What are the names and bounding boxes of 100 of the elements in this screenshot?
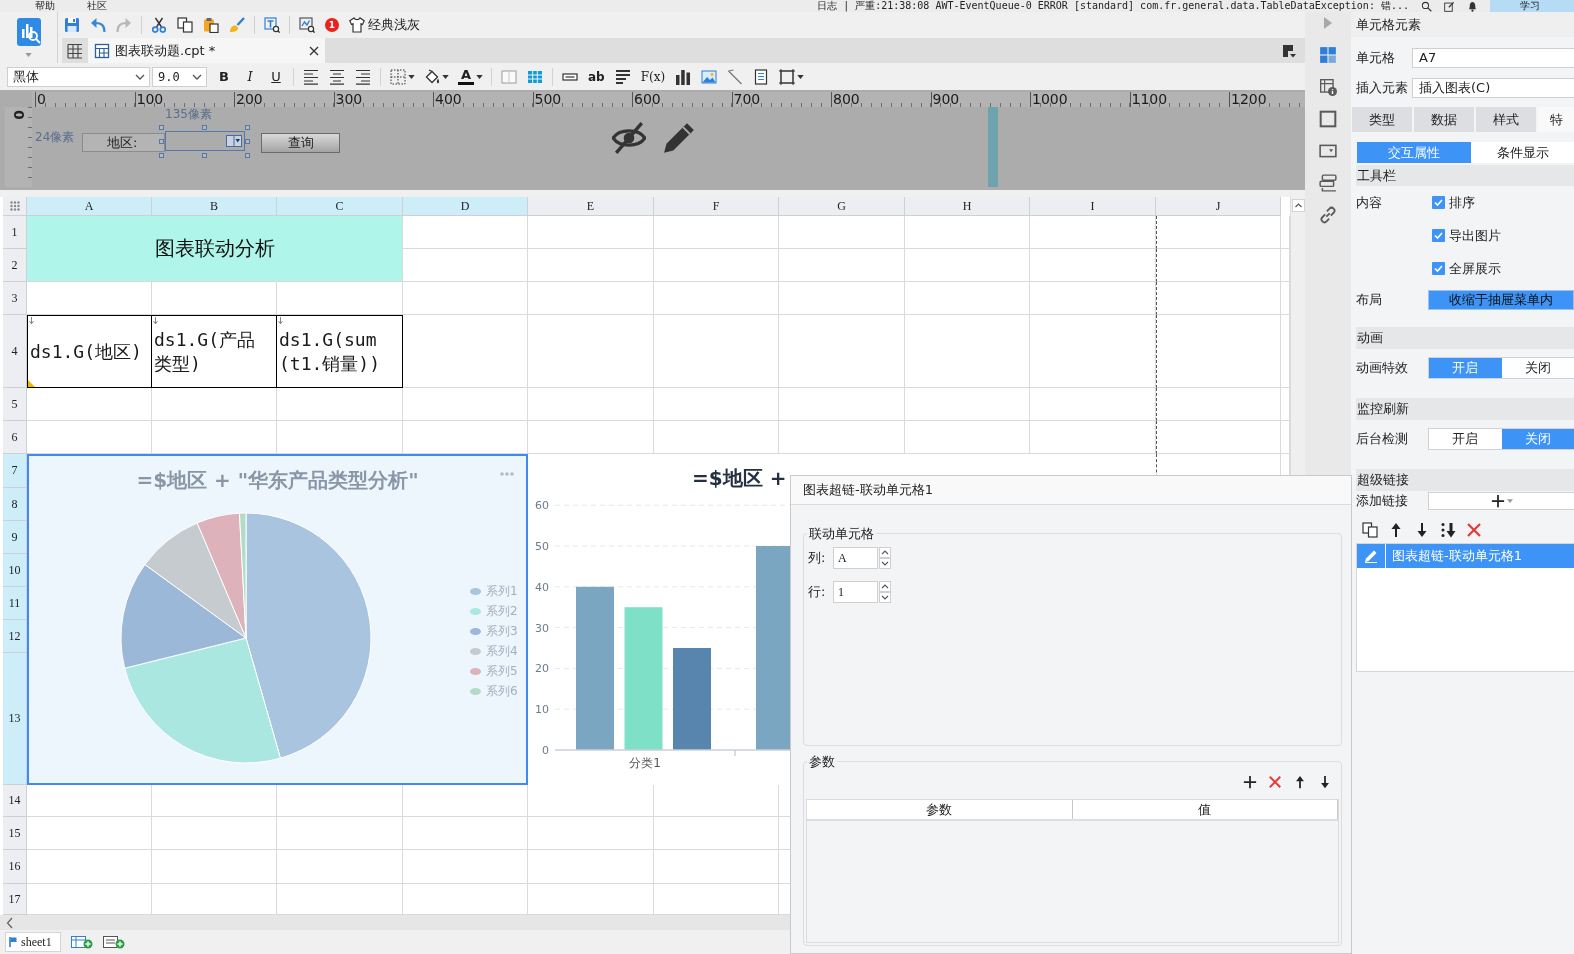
row-header[interactable]: 14 [3, 785, 27, 817]
text-field[interactable]: A7 [1412, 48, 1574, 68]
table-cell[interactable] [403, 388, 528, 421]
checkbox[interactable]: 全屏展示 [1428, 259, 1501, 278]
paint-bucket-icon[interactable] [424, 68, 440, 85]
table-cell[interactable] [528, 249, 654, 282]
table-cell[interactable] [1156, 216, 1281, 249]
scroll-left-icon[interactable] [6, 916, 13, 929]
grid-icon[interactable] [67, 42, 83, 59]
resize-handle[interactable] [988, 107, 998, 187]
more-icon[interactable] [500, 472, 514, 476]
row-header[interactable]: 15 [3, 817, 27, 850]
pencil-icon[interactable] [663, 121, 695, 155]
table-cell[interactable] [528, 388, 654, 421]
dots-arrow-down-icon[interactable] [1440, 522, 1456, 538]
table-cell[interactable] [403, 315, 528, 388]
copy-icon[interactable] [1362, 522, 1378, 538]
column-header[interactable]: A [27, 197, 152, 216]
resize-handle[interactable] [245, 153, 250, 158]
caret-icon[interactable] [797, 74, 805, 79]
table-icon[interactable] [527, 68, 543, 85]
table-cell[interactable]: ds1.G(地区) [27, 315, 152, 388]
checkbox[interactable]: 导出图片 [1428, 226, 1501, 245]
row-header[interactable]: 7 [3, 454, 27, 488]
add-link-button[interactable] [1428, 492, 1574, 510]
title-cell[interactable]: 图表联动分析 [27, 216, 403, 282]
bold-button[interactable]: B [216, 68, 232, 85]
table-cell[interactable] [779, 249, 905, 282]
table-cell[interactable] [1156, 249, 1281, 282]
column-header[interactable]: 参数 [807, 800, 1073, 819]
select-all-button[interactable] [3, 197, 27, 216]
account-button[interactable]: 学习 [1490, 0, 1574, 12]
spinner-field[interactable]: A [833, 547, 878, 569]
table-cell[interactable] [277, 388, 403, 421]
table-cell[interactable] [654, 216, 779, 249]
column-header[interactable]: 值 [1072, 800, 1338, 819]
row-header[interactable]: 12 [3, 620, 27, 653]
bell-icon[interactable] [1467, 0, 1478, 12]
clipboard-icon[interactable] [203, 17, 219, 33]
table-cell[interactable] [152, 850, 277, 884]
align-center-icon[interactable] [329, 68, 345, 85]
row-header[interactable]: 17 [3, 884, 27, 915]
caret-icon[interactable] [442, 74, 449, 79]
pencil-icon[interactable] [1364, 549, 1378, 563]
query-button[interactable]: 查询 [261, 133, 340, 153]
dropdown-icon[interactable] [226, 135, 242, 147]
app-logo-icon[interactable] [15, 17, 42, 47]
table-cell[interactable] [905, 282, 1030, 315]
scissors-icon[interactable] [151, 17, 167, 33]
row-header[interactable]: 16 [3, 850, 27, 884]
diagonal-line-icon[interactable] [727, 68, 744, 85]
copy-icon[interactable] [177, 17, 193, 33]
row-header[interactable]: 6 [3, 421, 27, 454]
scroll-up-icon[interactable] [1291, 199, 1305, 212]
table-cell[interactable] [1030, 249, 1156, 282]
resize-handle[interactable] [245, 139, 250, 144]
table-cell[interactable] [403, 817, 528, 850]
table-cell[interactable] [152, 817, 277, 850]
checkbox-icon[interactable] [1432, 229, 1445, 242]
menu-item[interactable]: 帮助 [35, 0, 55, 12]
column-header[interactable]: G [779, 197, 905, 216]
table-cell[interactable] [654, 282, 779, 315]
delete-icon[interactable] [1466, 522, 1482, 538]
checkbox-icon[interactable] [1432, 262, 1445, 275]
table-cell[interactable] [654, 850, 779, 884]
document-icon[interactable] [753, 68, 770, 85]
table-cell[interactable] [654, 388, 779, 421]
caret-icon[interactable] [408, 74, 415, 79]
text-search-icon[interactable] [264, 17, 280, 33]
menu-item[interactable]: 社区 [87, 0, 107, 12]
sheet-tab[interactable]: sheet1 [5, 932, 61, 952]
undo-icon[interactable] [90, 17, 106, 33]
column-header[interactable]: C [277, 197, 403, 216]
resize-handle[interactable] [159, 125, 164, 130]
combo-box[interactable] [165, 131, 245, 151]
table-cell[interactable] [654, 249, 779, 282]
eye-slash-icon[interactable] [612, 121, 646, 155]
caret-icon[interactable] [476, 74, 483, 79]
square-icon[interactable] [1319, 110, 1337, 128]
tab[interactable]: 类型 [1352, 107, 1412, 132]
table-cell[interactable] [403, 282, 528, 315]
table-cell[interactable] [1030, 216, 1156, 249]
frame-icon[interactable] [779, 68, 796, 85]
font-select[interactable]: 黑体 [7, 66, 150, 87]
row-header[interactable]: 2 [3, 249, 27, 282]
table-cell[interactable]: ds1.G(产品类型) [152, 315, 277, 388]
bar-chart-icon[interactable] [675, 68, 692, 85]
row-header[interactable]: 13 [3, 653, 27, 785]
spinner-field[interactable]: 1 [833, 581, 878, 603]
link-icon[interactable] [1319, 206, 1337, 224]
plus-icon[interactable] [1242, 775, 1257, 789]
table-cell[interactable] [1156, 315, 1281, 388]
table-info-icon[interactable] [1319, 78, 1337, 96]
table-cell[interactable] [654, 817, 779, 850]
add-document-icon[interactable] [102, 935, 125, 949]
table-cell[interactable] [905, 315, 1030, 388]
redo-icon[interactable] [116, 17, 132, 33]
table-cell[interactable] [905, 216, 1030, 249]
underline-button[interactable]: U [268, 68, 284, 85]
font-size-select[interactable]: 9.0 [152, 66, 207, 87]
